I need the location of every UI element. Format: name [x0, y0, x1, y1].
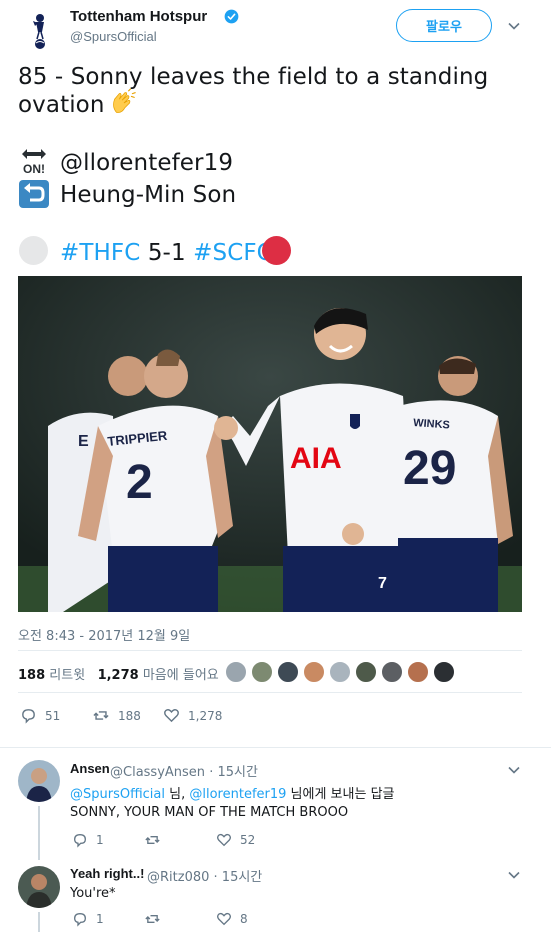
score-line: #THFC 5-1 #SCFC — [60, 240, 273, 266]
chevron-down-icon[interactable] — [506, 762, 522, 778]
liker-avatar[interactable] — [251, 661, 273, 683]
reply-icon — [22, 709, 35, 724]
follow-button[interactable]: 팔로우 — [396, 9, 492, 42]
retweet-button[interactable]: 188 — [92, 707, 141, 724]
heart-icon — [217, 833, 231, 847]
like-button[interactable]: 52 — [216, 832, 255, 848]
jersey-number-center: 7 — [378, 575, 387, 592]
like-count: 52 — [240, 833, 256, 847]
chevron-down-icon[interactable] — [506, 867, 522, 883]
jersey-name-partial: E — [78, 433, 89, 450]
section-divider — [0, 747, 551, 748]
replying-to-separator: 님, — [169, 787, 186, 802]
retweet-icon — [145, 915, 160, 923]
reply-avatar[interactable] — [18, 866, 60, 908]
tweet-text-line: 85 - Sonny leaves the field to a standin… — [18, 64, 489, 90]
jersey-number-right: 29 — [403, 442, 456, 495]
replying-to-suffix: 님에게 보내는 답글 — [290, 787, 395, 802]
verified-badge-icon — [224, 9, 239, 24]
score: 5-1 — [147, 240, 186, 266]
hashtag-home[interactable]: #THFC — [60, 240, 140, 266]
engagement-stats: 188 리트윗 1,278 마음에 들어요 — [18, 664, 219, 683]
replying-to-mention[interactable]: @SpursOfficial — [70, 787, 165, 802]
tweet-timestamp[interactable]: 오전 8:43 - 2017년 12월 9일 — [18, 625, 190, 644]
reply-handle-text[interactable]: @Ritz080 — [147, 870, 209, 885]
jersey-number-left: 2 — [126, 456, 153, 509]
retweet-button[interactable] — [144, 832, 169, 848]
liker-avatar[interactable] — [277, 661, 299, 683]
reply-icon — [73, 833, 87, 848]
retweet-count: 188 — [118, 708, 141, 723]
on-icon-label: ON! — [23, 162, 45, 176]
reply-count: 1 — [96, 833, 104, 847]
divider — [18, 650, 522, 651]
liker-avatar[interactable] — [381, 661, 403, 683]
retweet-button[interactable] — [144, 911, 169, 927]
liker-avatar[interactable] — [433, 661, 455, 683]
divider — [18, 692, 522, 693]
tweet-photo[interactable]: E TRIPPIER 2 AIA 7 WINKS 29 — [18, 276, 522, 612]
heart-icon — [164, 709, 179, 723]
heart-icon — [217, 912, 231, 926]
replying-to-mention[interactable]: @llorentefer19 — [189, 787, 286, 802]
reply-author-name[interactable]: Ansen — [70, 761, 110, 776]
tweet-text-line: ovation — [18, 92, 105, 118]
jersey-name-right: WINKS — [413, 417, 450, 432]
thread-line — [38, 806, 40, 860]
clapping-hands-icon — [113, 88, 136, 113]
reply-time[interactable]: · 15시간 — [214, 870, 263, 885]
like-button[interactable]: 1,278 — [163, 707, 222, 724]
reply-button[interactable]: 51 — [20, 707, 60, 724]
spurs-crest-icon — [33, 14, 45, 49]
reply-button[interactable]: 1 — [72, 832, 104, 848]
liker-avatar[interactable] — [225, 661, 247, 683]
reply-author-name[interactable]: Yeah right..! — [70, 866, 144, 881]
reply-count: 51 — [45, 708, 61, 723]
reply-body: You're* — [70, 886, 116, 901]
liker-avatar[interactable] — [329, 661, 351, 683]
liker-avatar[interactable] — [407, 661, 429, 683]
hashtag-away[interactable]: #SCFC — [193, 240, 273, 266]
reply-handle: @ClassyAnsen · 15시간 — [110, 761, 258, 780]
retweets-stat[interactable]: 188 리트윗 — [18, 668, 85, 683]
red-circle-icon — [262, 236, 291, 265]
reply-handle-text[interactable]: @ClassyAnsen — [110, 765, 205, 780]
white-circle-icon — [19, 236, 48, 265]
user-handle[interactable]: @SpursOfficial — [70, 29, 157, 44]
return-arrow-icon — [19, 180, 49, 208]
mention-link[interactable]: @llorentefer19 — [60, 150, 233, 176]
avatar[interactable] — [18, 8, 62, 52]
reply-count: 1 — [96, 912, 104, 926]
like-count: 1,278 — [188, 708, 223, 723]
replying-to: @SpursOfficial 님, @llorentefer19 님에게 보내는… — [70, 783, 395, 802]
chevron-down-icon[interactable] — [506, 18, 522, 34]
like-button[interactable]: 8 — [216, 911, 248, 927]
liker-avatar[interactable] — [355, 661, 377, 683]
on-arrow-icon: ON! — [19, 146, 49, 176]
reply-time[interactable]: · 15시간 — [209, 765, 258, 780]
thread-line — [38, 912, 40, 932]
players-celebration-image: E TRIPPIER 2 AIA 7 WINKS 29 — [18, 276, 522, 612]
retweet-icon — [93, 711, 109, 720]
like-count: 8 — [240, 912, 248, 926]
jersey-sponsor: AIA — [290, 442, 342, 475]
reply-button[interactable]: 1 — [72, 911, 104, 927]
display-name[interactable]: Tottenham Hotspur — [70, 8, 207, 25]
retweet-icon — [145, 836, 160, 844]
reply-handle: @Ritz080 · 15시간 — [147, 866, 262, 885]
reply-icon — [73, 912, 87, 927]
likes-stat[interactable]: 1,278 마음에 들어요 — [98, 668, 219, 683]
substituted-player: Heung-Min Son — [60, 182, 237, 208]
reply-body: SONNY, YOUR MAN OF THE MATCH BROOO — [70, 805, 349, 820]
liker-avatar[interactable] — [303, 661, 325, 683]
reply-avatar[interactable] — [18, 760, 60, 802]
